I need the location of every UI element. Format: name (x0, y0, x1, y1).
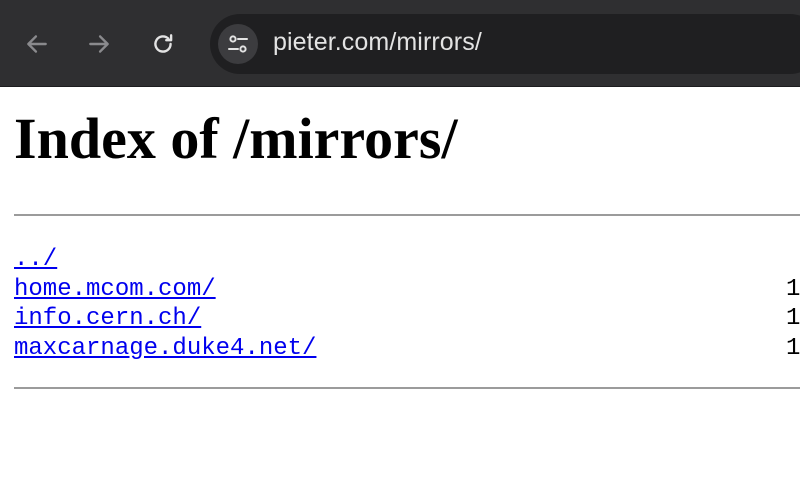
reload-icon (154, 34, 173, 53)
entry-date: 1 (786, 334, 800, 362)
directory-listing: ../ home.mcom.com/ 1 info.cern.ch/ 1 max… (14, 245, 800, 363)
entry-link-home-mcom[interactable]: home.mcom.com/ (14, 276, 216, 303)
forward-button[interactable] (80, 25, 118, 63)
entry-link-parent[interactable]: ../ (14, 246, 57, 273)
page-content: Index of /mirrors/ ../ home.mcom.com/ 1 … (0, 87, 800, 481)
entry-link-info-cern[interactable]: info.cern.ch/ (14, 305, 201, 332)
entry-date: 1 (786, 275, 800, 303)
browser-toolbar: pieter.com/mirrors/ (0, 0, 800, 87)
url-text[interactable]: pieter.com/mirrors/ (273, 28, 482, 57)
site-info-button[interactable] (218, 24, 258, 64)
forward-arrow-icon (89, 35, 109, 53)
tune-icon (228, 35, 248, 53)
page-title: Index of /mirrors/ (14, 106, 458, 171)
back-arrow-icon (27, 35, 47, 53)
back-button[interactable] (18, 25, 56, 63)
reload-button[interactable] (144, 25, 182, 63)
list-item: home.mcom.com/ 1 (14, 275, 800, 305)
entry-link-maxcarnage[interactable]: maxcarnage.duke4.net/ (14, 335, 316, 362)
list-item: ../ (14, 245, 800, 275)
divider-top (14, 214, 800, 216)
list-item: info.cern.ch/ 1 (14, 304, 800, 334)
divider-bottom (14, 387, 800, 389)
list-item: maxcarnage.duke4.net/ 1 (14, 334, 800, 364)
address-bar[interactable]: pieter.com/mirrors/ (210, 14, 800, 74)
entry-date: 1 (786, 305, 800, 332)
